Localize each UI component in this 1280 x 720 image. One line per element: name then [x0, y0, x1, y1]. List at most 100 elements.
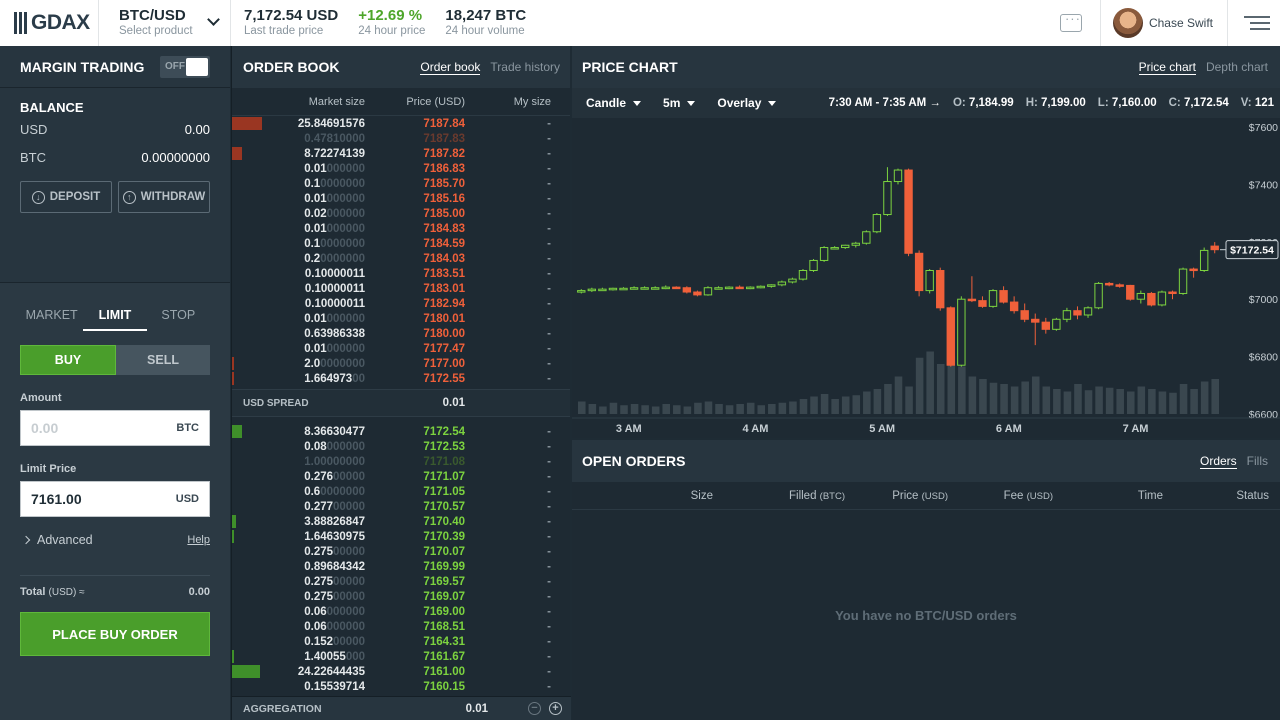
- ask-row[interactable]: 2.00000000 7177.00 -: [232, 356, 570, 371]
- volume-bar: [588, 404, 597, 414]
- overlay-dropdown[interactable]: Overlay: [717, 96, 777, 110]
- withdraw-button[interactable]: ↑ WITHDRAW: [118, 181, 210, 213]
- price: 7184.59: [423, 237, 465, 250]
- price: 7170.40: [423, 515, 465, 528]
- candlestick-chart[interactable]: $7600$7400$7200$7000$6800$6600$7172.543 …: [572, 118, 1280, 438]
- top-right-controls: Chase Swift: [1059, 0, 1280, 46]
- my-size: -: [547, 372, 551, 385]
- bid-row[interactable]: 24.22644435 7161.00 -: [232, 664, 570, 679]
- ask-row[interactable]: 0.01000000 7186.83 -: [232, 161, 570, 176]
- product-selector[interactable]: BTC/USD Select product: [98, 0, 230, 46]
- hamburger-menu-icon[interactable]: [1244, 16, 1270, 30]
- gdax-logo[interactable]: GDAX: [0, 0, 98, 46]
- help-link[interactable]: Help: [187, 534, 210, 546]
- volume-bar: [757, 405, 766, 414]
- price: 7160.15: [423, 680, 465, 693]
- bid-row[interactable]: 8.36630477 7172.54 -: [232, 424, 570, 439]
- balance-row-usd: USD 0.00: [20, 122, 210, 137]
- bid-row[interactable]: 0.27500000 7169.57 -: [232, 574, 570, 589]
- candle-body: [703, 287, 713, 296]
- my-size: -: [547, 560, 551, 573]
- ask-row[interactable]: 8.72274139 7187.82 -: [232, 146, 570, 161]
- margin-toggle[interactable]: OFF: [160, 55, 210, 78]
- bid-row[interactable]: 0.15200000 7164.31 -: [232, 634, 570, 649]
- total-label-text: Total: [20, 586, 46, 598]
- bid-row[interactable]: 0.27600000 7171.07 -: [232, 469, 570, 484]
- tab-depth-chart[interactable]: Depth chart: [1206, 60, 1268, 75]
- volume-bar: [641, 405, 649, 414]
- place-buy-order-button[interactable]: PLACE BUY ORDER: [20, 612, 210, 656]
- ask-row[interactable]: 0.47810000 7187.83 -: [232, 131, 570, 146]
- bid-row[interactable]: 0.15539714 7160.15 -: [232, 679, 570, 694]
- col-filled-unit: (BTC): [819, 490, 845, 502]
- ask-row[interactable]: 0.01000000 7180.01 -: [232, 311, 570, 326]
- ask-row[interactable]: 0.01000000 7185.16 -: [232, 191, 570, 206]
- bid-row[interactable]: 0.27700000 7170.57 -: [232, 499, 570, 514]
- tab-market[interactable]: MARKET: [20, 308, 83, 331]
- y-tick-label: $7600: [1249, 122, 1278, 134]
- market-size: 0.63986338: [304, 327, 365, 340]
- ohlc-readout: 7:30 AM - 7:35 AM → O: 7,184.99 H: 7,199…: [829, 97, 1280, 109]
- bid-row[interactable]: 1.00000000 7171.08 -: [232, 454, 570, 469]
- tab-fills[interactable]: Fills: [1247, 454, 1268, 469]
- candle-body: [619, 287, 628, 291]
- chat-icon[interactable]: [1059, 11, 1082, 32]
- tab-price-chart[interactable]: Price chart: [1138, 60, 1196, 75]
- ask-row[interactable]: 25.84691576 7187.84 -: [232, 116, 570, 131]
- bid-row[interactable]: 1.40055000 7161.67 -: [232, 649, 570, 664]
- buy-button[interactable]: BUY: [20, 345, 116, 375]
- tab-trade-history[interactable]: Trade history: [490, 60, 560, 75]
- ask-row[interactable]: 0.10000000 7184.59 -: [232, 236, 570, 251]
- deposit-button[interactable]: ↓ DEPOSIT: [20, 181, 112, 213]
- market-size: 0.27600000: [304, 470, 365, 483]
- sell-button[interactable]: SELL: [116, 345, 210, 375]
- market-size: 0.27500000: [304, 575, 365, 588]
- user-menu[interactable]: Chase Swift: [1099, 0, 1228, 46]
- bid-row[interactable]: 0.89684342 7169.99 -: [232, 559, 570, 574]
- bid-row[interactable]: 0.27500000 7169.07 -: [232, 589, 570, 604]
- my-size: -: [547, 192, 551, 205]
- ask-row[interactable]: 0.01000000 7177.47 -: [232, 341, 570, 356]
- tab-limit[interactable]: LIMIT: [83, 308, 147, 331]
- tab-order-book[interactable]: Order book: [420, 60, 481, 75]
- market-size: 0.01000000: [304, 222, 365, 235]
- tab-orders[interactable]: Orders: [1199, 454, 1237, 469]
- ask-row[interactable]: 0.63986338 7180.00 -: [232, 326, 570, 341]
- ask-row[interactable]: 0.10000011 7182.94 -: [232, 296, 570, 311]
- bid-row[interactable]: 0.08000000 7172.53 -: [232, 439, 570, 454]
- candle-body: [978, 300, 987, 307]
- total-row: Total (USD) ≈ 0.00: [20, 575, 210, 598]
- ask-row[interactable]: 1.66497300 7172.55 -: [232, 371, 570, 386]
- tab-stop[interactable]: STOP: [147, 308, 210, 331]
- bid-row[interactable]: 0.06000000 7168.51 -: [232, 619, 570, 634]
- price: 7187.84: [423, 117, 465, 130]
- ask-row[interactable]: 0.10000011 7183.01 -: [232, 281, 570, 296]
- ask-row[interactable]: 0.10000000 7185.70 -: [232, 176, 570, 191]
- open-orders-title: OPEN ORDERS: [582, 453, 686, 469]
- ask-row[interactable]: 0.10000011 7183.51 -: [232, 266, 570, 281]
- bid-row[interactable]: 1.64630975 7170.39 -: [232, 529, 570, 544]
- bid-row[interactable]: 0.06000000 7169.00 -: [232, 604, 570, 619]
- ask-row[interactable]: 0.01000000 7184.83 -: [232, 221, 570, 236]
- order-book-columns: Market size Price (USD) My size: [232, 88, 570, 116]
- advanced-toggle[interactable]: Advanced: [37, 533, 93, 547]
- last-trade-price-stat: 7,172.54 USD Last trade price: [230, 0, 358, 46]
- minus-circle-icon[interactable]: −: [528, 702, 541, 715]
- chart-type-dropdown[interactable]: Candle: [586, 96, 642, 110]
- limit-price-field[interactable]: 7161.00 USD: [20, 481, 210, 517]
- amount-field[interactable]: 0.00 BTC: [20, 410, 210, 446]
- bid-row[interactable]: 0.27500000 7170.07 -: [232, 544, 570, 559]
- market-size: 0.60000000: [304, 485, 365, 498]
- bid-row[interactable]: 0.60000000 7171.05 -: [232, 484, 570, 499]
- volume-bar: [673, 405, 681, 414]
- col-price: Price (USD): [406, 95, 465, 108]
- bid-row[interactable]: 3.88826847 7170.40 -: [232, 514, 570, 529]
- candle-body: [946, 307, 955, 366]
- chevron-right-icon[interactable]: [21, 535, 31, 545]
- ask-row[interactable]: 0.02000000 7185.00 -: [232, 206, 570, 221]
- col-filled: Filled (BTC): [713, 490, 845, 502]
- plus-circle-icon[interactable]: +: [549, 702, 562, 715]
- volume-bar: [1084, 390, 1093, 414]
- interval-dropdown[interactable]: 5m: [663, 96, 696, 110]
- ask-row[interactable]: 0.20000000 7184.03 -: [232, 251, 570, 266]
